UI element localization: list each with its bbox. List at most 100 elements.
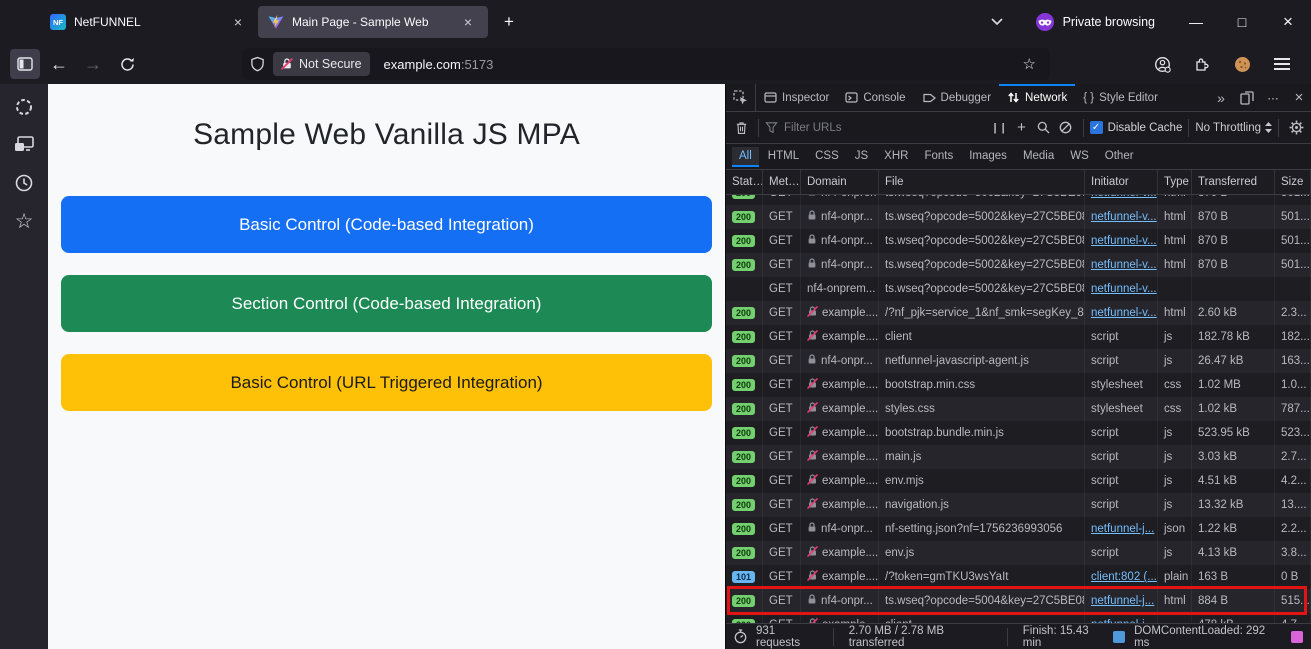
filter-tab-css[interactable]: CSS: [808, 147, 846, 167]
back-button[interactable]: ←: [44, 49, 74, 79]
pause-recording-icon[interactable]: | |: [989, 117, 1011, 139]
extensions-puzzle-icon[interactable]: [1187, 49, 1217, 79]
request-row[interactable]: 200GETnf4-onpr...ts.wseq?opcode=5004&key…: [726, 589, 1311, 613]
clear-requests-trash-icon[interactable]: [730, 117, 752, 139]
bookmarks-star-icon[interactable]: ☆: [13, 210, 35, 232]
request-row[interactable]: 200GETexample....main.jsscriptjs3.03 kB2…: [726, 445, 1311, 469]
cookie-extension-icon[interactable]: [1227, 49, 1257, 79]
synced-tabs-icon[interactable]: [13, 134, 35, 156]
close-window-button[interactable]: ×: [1265, 0, 1311, 44]
request-row[interactable]: 200GETexample....clientnetfunnel-j...478…: [726, 613, 1311, 623]
network-settings-gear-icon[interactable]: [1285, 117, 1307, 139]
column-header[interactable]: Initiator: [1085, 170, 1158, 194]
responsive-design-icon[interactable]: [1235, 86, 1259, 110]
initiator-link[interactable]: netfunnel-v...: [1091, 259, 1157, 271]
browser-tab-netfunnel[interactable]: NF NetFUNNEL ×: [40, 6, 258, 38]
column-header[interactable]: Met…: [763, 170, 801, 194]
request-row[interactable]: GETnf4-onprem...ts.wseq?opcode=5002&key=…: [726, 277, 1311, 301]
requests-count[interactable]: 931 requests: [756, 625, 818, 649]
security-chip[interactable]: Not Secure: [273, 52, 370, 76]
devtools-tab-style-editor[interactable]: { } Style Editor: [1075, 84, 1166, 111]
filter-tab-js[interactable]: JS: [848, 147, 875, 167]
disable-cache-control[interactable]: ✓ Disable Cache: [1090, 121, 1183, 134]
request-row[interactable]: 200GETnf4-onpr...netfunnel-javascript-ag…: [726, 349, 1311, 373]
maximize-button[interactable]: □: [1219, 0, 1265, 44]
tab-close-icon[interactable]: ×: [458, 12, 478, 32]
column-header[interactable]: Type: [1158, 170, 1192, 194]
basic-control-url-button[interactable]: Basic Control (URL Triggered Integration…: [61, 354, 712, 411]
url-bar[interactable]: Not Secure example.com:5173 ☆: [242, 48, 1050, 80]
cell-status: 200: [726, 205, 763, 229]
reload-button[interactable]: [112, 49, 142, 79]
devtools-tab-network[interactable]: Network: [999, 84, 1075, 111]
request-row[interactable]: 200GETexample....bootstrap.bundle.min.js…: [726, 421, 1311, 445]
forward-button[interactable]: →: [78, 49, 108, 79]
devtools-options-meatball-icon[interactable]: ⋯: [1261, 86, 1285, 110]
filter-tab-ws[interactable]: WS: [1063, 147, 1096, 167]
initiator-link[interactable]: netfunnel-v...: [1091, 211, 1157, 223]
shield-icon[interactable]: [250, 56, 265, 73]
column-header[interactable]: Transferred: [1192, 170, 1275, 194]
list-all-tabs-chevron-icon[interactable]: [983, 8, 1011, 36]
block-requests-icon[interactable]: [1055, 117, 1077, 139]
tab-close-icon[interactable]: ×: [228, 12, 248, 32]
column-header[interactable]: Size: [1275, 170, 1311, 194]
filter-urls-input[interactable]: Filter URLs: [765, 121, 989, 134]
request-row[interactable]: 200GETnf4-onprem...ts.wseq?opcode=5002&k…: [726, 195, 1311, 205]
request-row[interactable]: 101GETexample..../?token=gmTKU3wsYaItcli…: [726, 565, 1311, 589]
more-tabs-chevrons-icon[interactable]: »: [1209, 86, 1233, 110]
minimize-button[interactable]: —: [1173, 0, 1219, 44]
devtools-tab-inspector[interactable]: Inspector: [756, 84, 837, 111]
account-icon[interactable]: [1147, 49, 1177, 79]
history-clock-icon[interactable]: [13, 172, 35, 194]
request-row[interactable]: 200GETexample....navigation.jsscriptjs13…: [726, 493, 1311, 517]
section-control-code-button[interactable]: Section Control (Code-based Integration): [61, 275, 712, 332]
disable-cache-checkbox[interactable]: ✓: [1090, 121, 1103, 134]
column-header[interactable]: Domain: [801, 170, 879, 194]
initiator-link[interactable]: netfunnel-v...: [1091, 195, 1157, 199]
url-text[interactable]: example.com:5173: [384, 57, 1017, 72]
browser-tab-sample-web[interactable]: Main Page - Sample Web ×: [258, 6, 488, 38]
close-devtools-icon[interactable]: ×: [1287, 86, 1311, 110]
request-row[interactable]: 200GETexample....bootstrap.min.cssstyles…: [726, 373, 1311, 397]
request-row[interactable]: 200GETexample....clientscriptjs182.78 kB…: [726, 325, 1311, 349]
filter-tab-xhr[interactable]: XHR: [877, 147, 915, 167]
request-row[interactable]: 200GETnf4-onpr...nf-setting.json?nf=1756…: [726, 517, 1311, 541]
filter-tab-fonts[interactable]: Fonts: [917, 147, 960, 167]
devtools-tab-console[interactable]: Console: [837, 84, 913, 111]
initiator-link[interactable]: client:802 (...: [1091, 571, 1157, 583]
initiator-link[interactable]: netfunnel-v...: [1091, 283, 1157, 295]
initiator-link[interactable]: netfunnel-j...: [1091, 595, 1154, 607]
menu-hamburger-icon[interactable]: [1267, 49, 1297, 79]
column-header[interactable]: File: [879, 170, 1085, 194]
cell-status: 200: [726, 229, 763, 253]
initiator-link[interactable]: netfunnel-j...: [1091, 619, 1154, 623]
request-row[interactable]: 200GETexample....env.mjsscriptjs4.51 kB4…: [726, 469, 1311, 493]
request-row[interactable]: 200GETexample....styles.cssstylesheetcss…: [726, 397, 1311, 421]
filter-tab-images[interactable]: Images: [962, 147, 1014, 167]
column-header[interactable]: Stat…: [726, 170, 763, 194]
request-row[interactable]: 200GETnf4-onpr...ts.wseq?opcode=5002&key…: [726, 205, 1311, 229]
request-row[interactable]: 200GETnf4-onpr...ts.wseq?opcode=5002&key…: [726, 229, 1311, 253]
initiator-link[interactable]: netfunnel-j...: [1091, 523, 1154, 535]
filter-tab-other[interactable]: Other: [1098, 147, 1141, 167]
filter-tab-html[interactable]: HTML: [761, 147, 806, 167]
filter-tab-media[interactable]: Media: [1016, 147, 1061, 167]
request-row[interactable]: 200GETexample....env.jsscriptjs4.13 kB3.…: [726, 541, 1311, 565]
pick-element-icon[interactable]: [726, 84, 756, 111]
initiator-link[interactable]: netfunnel-v...: [1091, 307, 1157, 319]
request-row[interactable]: 200GETnf4-onpr...ts.wseq?opcode=5002&key…: [726, 253, 1311, 277]
initiator-link[interactable]: netfunnel-v...: [1091, 235, 1157, 247]
cell-file: main.js: [879, 445, 1085, 469]
new-tab-button[interactable]: +: [494, 7, 524, 37]
devtools-tab-debugger[interactable]: Debugger: [914, 84, 1000, 111]
throttling-dropdown[interactable]: No Throttling: [1195, 122, 1272, 134]
basic-control-code-button[interactable]: Basic Control (Code-based Integration): [61, 196, 712, 253]
search-icon[interactable]: [1033, 117, 1055, 139]
bookmark-star-icon[interactable]: ☆: [1017, 55, 1042, 73]
sidebar-toggle-button[interactable]: [10, 49, 40, 79]
ai-chatbot-icon[interactable]: [13, 96, 35, 118]
filter-tab-all[interactable]: All: [732, 147, 759, 167]
new-request-plus-icon[interactable]: +: [1011, 117, 1033, 139]
request-row[interactable]: 200GETexample..../?nf_pjk=service_1&nf_s…: [726, 301, 1311, 325]
